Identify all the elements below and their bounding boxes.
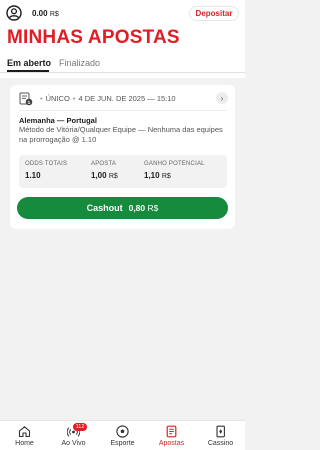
tabs-divider xyxy=(0,72,245,73)
home-icon xyxy=(18,426,31,438)
bets-slip-icon xyxy=(166,425,177,438)
page-title: MINHAS APOSTAS xyxy=(7,27,180,48)
card-divider xyxy=(19,110,227,111)
deposit-button[interactable]: Depositar xyxy=(189,6,239,21)
live-count-badge: 112 xyxy=(73,423,87,431)
balance-amount: 0.00 xyxy=(32,9,48,18)
balance-display: 0.00 R$ xyxy=(32,9,59,18)
market-description: Método de Vitória/Qualquer Equipe — Nenh… xyxy=(19,125,223,144)
nav-bets[interactable]: Apostas xyxy=(147,421,196,450)
nav-label: Cassino xyxy=(207,440,234,447)
stat-total-odds: ODDS TOTAIS 1.10 xyxy=(25,161,67,180)
balance-currency: R$ xyxy=(49,11,59,18)
bet-card[interactable]: 1 • ÚNICO • 4 DE JUN. DE 2025 — 15:10 › Ale… xyxy=(10,85,235,229)
soccer-ball-icon xyxy=(116,425,129,438)
bottom-navigation: Home 112 Ao Vivo Esporte Apostas Cassino xyxy=(0,420,245,450)
stat-value: 1,00 R$ xyxy=(91,171,118,180)
bet-stats-panel: ODDS TOTAIS 1.10 APOSTA 1,00 R$ GANHO PO… xyxy=(19,155,227,188)
cashout-amount: 0,80 xyxy=(128,203,146,213)
potential-currency: R$ xyxy=(161,173,171,180)
chevron-right-icon[interactable]: › xyxy=(216,92,228,104)
nav-label: Ao Vivo xyxy=(61,440,86,447)
stat-stake: APOSTA 1,00 R$ xyxy=(91,161,118,180)
nav-sports[interactable]: Esporte xyxy=(98,421,147,450)
nav-casino[interactable]: Cassino xyxy=(196,421,245,450)
bet-type: ÚNICO xyxy=(45,94,70,103)
potential-amount: 1,10 xyxy=(144,171,160,180)
stat-label: GANHO POTENCIAL xyxy=(144,161,205,167)
cashout-button[interactable]: Cashout 0,80 R$ xyxy=(17,197,228,219)
stake-amount: 1,00 xyxy=(91,171,107,180)
cashout-currency: R$ xyxy=(147,203,159,213)
stake-currency: R$ xyxy=(108,173,118,180)
stat-potential-win: GANHO POTENCIAL 1,10 R$ xyxy=(144,161,205,180)
nav-home[interactable]: Home xyxy=(0,421,49,450)
nav-live[interactable]: 112 Ao Vivo xyxy=(49,421,98,450)
nav-label: Apostas xyxy=(158,440,185,447)
separator-dot: • xyxy=(40,94,43,103)
tab-settled-bets[interactable]: Finalizado xyxy=(59,58,100,68)
bet-slip-icon: 1 xyxy=(19,92,33,106)
bet-header: • ÚNICO • 4 DE JUN. DE 2025 — 15:10 xyxy=(37,94,176,103)
user-account-icon[interactable] xyxy=(6,5,22,21)
nav-label: Home xyxy=(15,440,34,447)
cashout-value: 0,80 R$ xyxy=(129,203,159,213)
stat-label: APOSTA xyxy=(91,161,117,167)
nav-label: Esporte xyxy=(110,440,135,447)
stat-value: 1,10 R$ xyxy=(144,171,205,180)
bet-count-badge: 1 xyxy=(28,100,31,106)
cashout-label: Cashout xyxy=(86,203,123,213)
tab-open-bets[interactable]: Em aberto xyxy=(7,58,51,68)
match-name: Alemanha — Portugal xyxy=(19,116,97,125)
bet-date: 4 DE JUN. DE 2025 — 15:10 xyxy=(78,94,176,103)
cards-icon xyxy=(216,425,225,438)
stat-value: 1.10 xyxy=(25,171,41,180)
separator-dot: • xyxy=(72,94,76,103)
stat-label: ODDS TOTAIS xyxy=(25,161,68,167)
